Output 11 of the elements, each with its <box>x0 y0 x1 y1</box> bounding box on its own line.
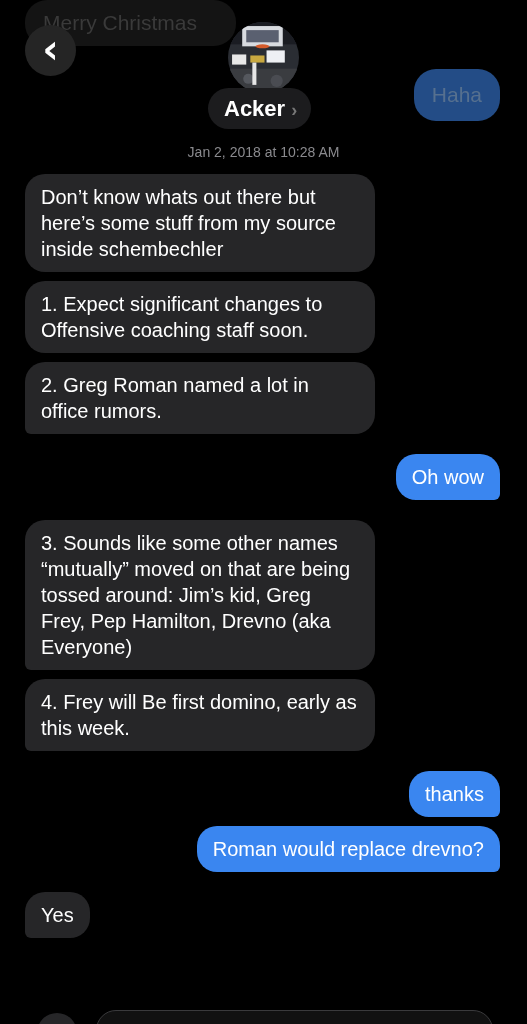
message-bubble: thanks <box>409 771 500 817</box>
message-bubble: 3. Sounds like some other names “mutually” moved on that are being tossed around: Jim’s kid, Greg Frey, Pep Hamilton, Drevno (aka Everyone) <box>25 520 375 670</box>
message-bubble: 4. Frey will Be first domino, early as this week. <box>25 679 375 751</box>
message-bubble: Roman would replace drevno? <box>196 826 500 872</box>
message-bubble: Oh wow <box>395 454 500 500</box>
message-bubble: Yes <box>25 892 90 938</box>
message-bubble: 1. Expect significant changes to Offensive coaching staff soon. <box>25 281 375 353</box>
contact-name-button[interactable]: Acker › <box>208 88 312 129</box>
message-bubble: Don’t know whats out there but here’s some stuff from my source inside schembechler <box>25 174 375 272</box>
message-bubble: 2. Greg Roman named a lot in office rumors. <box>25 362 375 434</box>
timestamp: Jan 2, 2018 at 10:28 AM <box>186 144 341 160</box>
